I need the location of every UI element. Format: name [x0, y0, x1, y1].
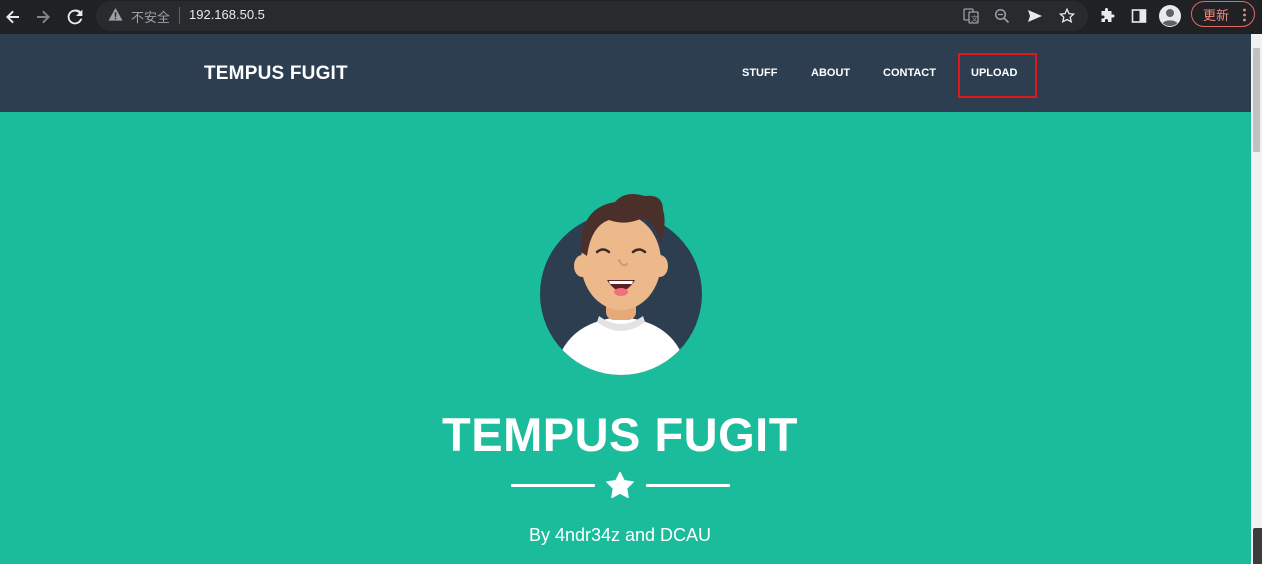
address-bar[interactable]: 不安全 192.168.50.5 文 [96, 1, 1088, 31]
hero-section: TEMPUS FUGIT By 4ndr34z and DCAU [0, 112, 1251, 564]
upload-highlight-box [958, 53, 1037, 98]
brand-logo-link[interactable]: TEMPUS FUGIT [204, 63, 348, 85]
hero-title: TEMPUS FUGIT [442, 408, 798, 461]
star-icon [605, 471, 635, 504]
bookmark-star-icon[interactable] [1058, 7, 1076, 25]
back-icon[interactable] [0, 4, 26, 30]
nav-item-about[interactable]: ABOUT [811, 67, 850, 79]
profile-icon[interactable] [1158, 4, 1182, 28]
svg-text:文: 文 [971, 14, 978, 23]
nav-item-contact[interactable]: CONTACT [883, 67, 936, 79]
forward-icon[interactable] [30, 4, 56, 30]
extensions-icon[interactable] [1095, 4, 1119, 28]
send-icon[interactable] [1026, 7, 1044, 25]
update-label: 更新 [1203, 7, 1230, 23]
address-separator [179, 7, 180, 24]
site-navbar: TEMPUS FUGIT STUFF ABOUT CONTACT UPLOAD [0, 34, 1251, 112]
update-button[interactable]: 更新 [1191, 1, 1255, 27]
warning-icon[interactable] [108, 7, 123, 27]
scrollbar-overlay [1253, 528, 1262, 564]
scrollbar-thumb[interactable] [1253, 48, 1260, 152]
zoom-icon[interactable] [993, 7, 1011, 25]
page-scrollbar[interactable] [1251, 34, 1262, 564]
menu-dots-icon[interactable] [1243, 8, 1246, 22]
side-panel-icon[interactable] [1127, 4, 1151, 28]
reload-icon[interactable] [62, 4, 88, 30]
nav-item-stuff[interactable]: STUFF [742, 67, 777, 79]
divider-line-right [646, 484, 730, 487]
divider-line-left [511, 484, 595, 487]
security-status-label[interactable]: 不安全 [131, 7, 170, 26]
browser-toolbar: 不安全 192.168.50.5 文 更新 [0, 0, 1262, 34]
translate-icon[interactable]: 文 [962, 7, 980, 25]
hero-subtitle: By 4ndr34z and DCAU [528, 525, 712, 545]
avatar-icon [539, 182, 703, 381]
url-text[interactable]: 192.168.50.5 [189, 7, 265, 22]
